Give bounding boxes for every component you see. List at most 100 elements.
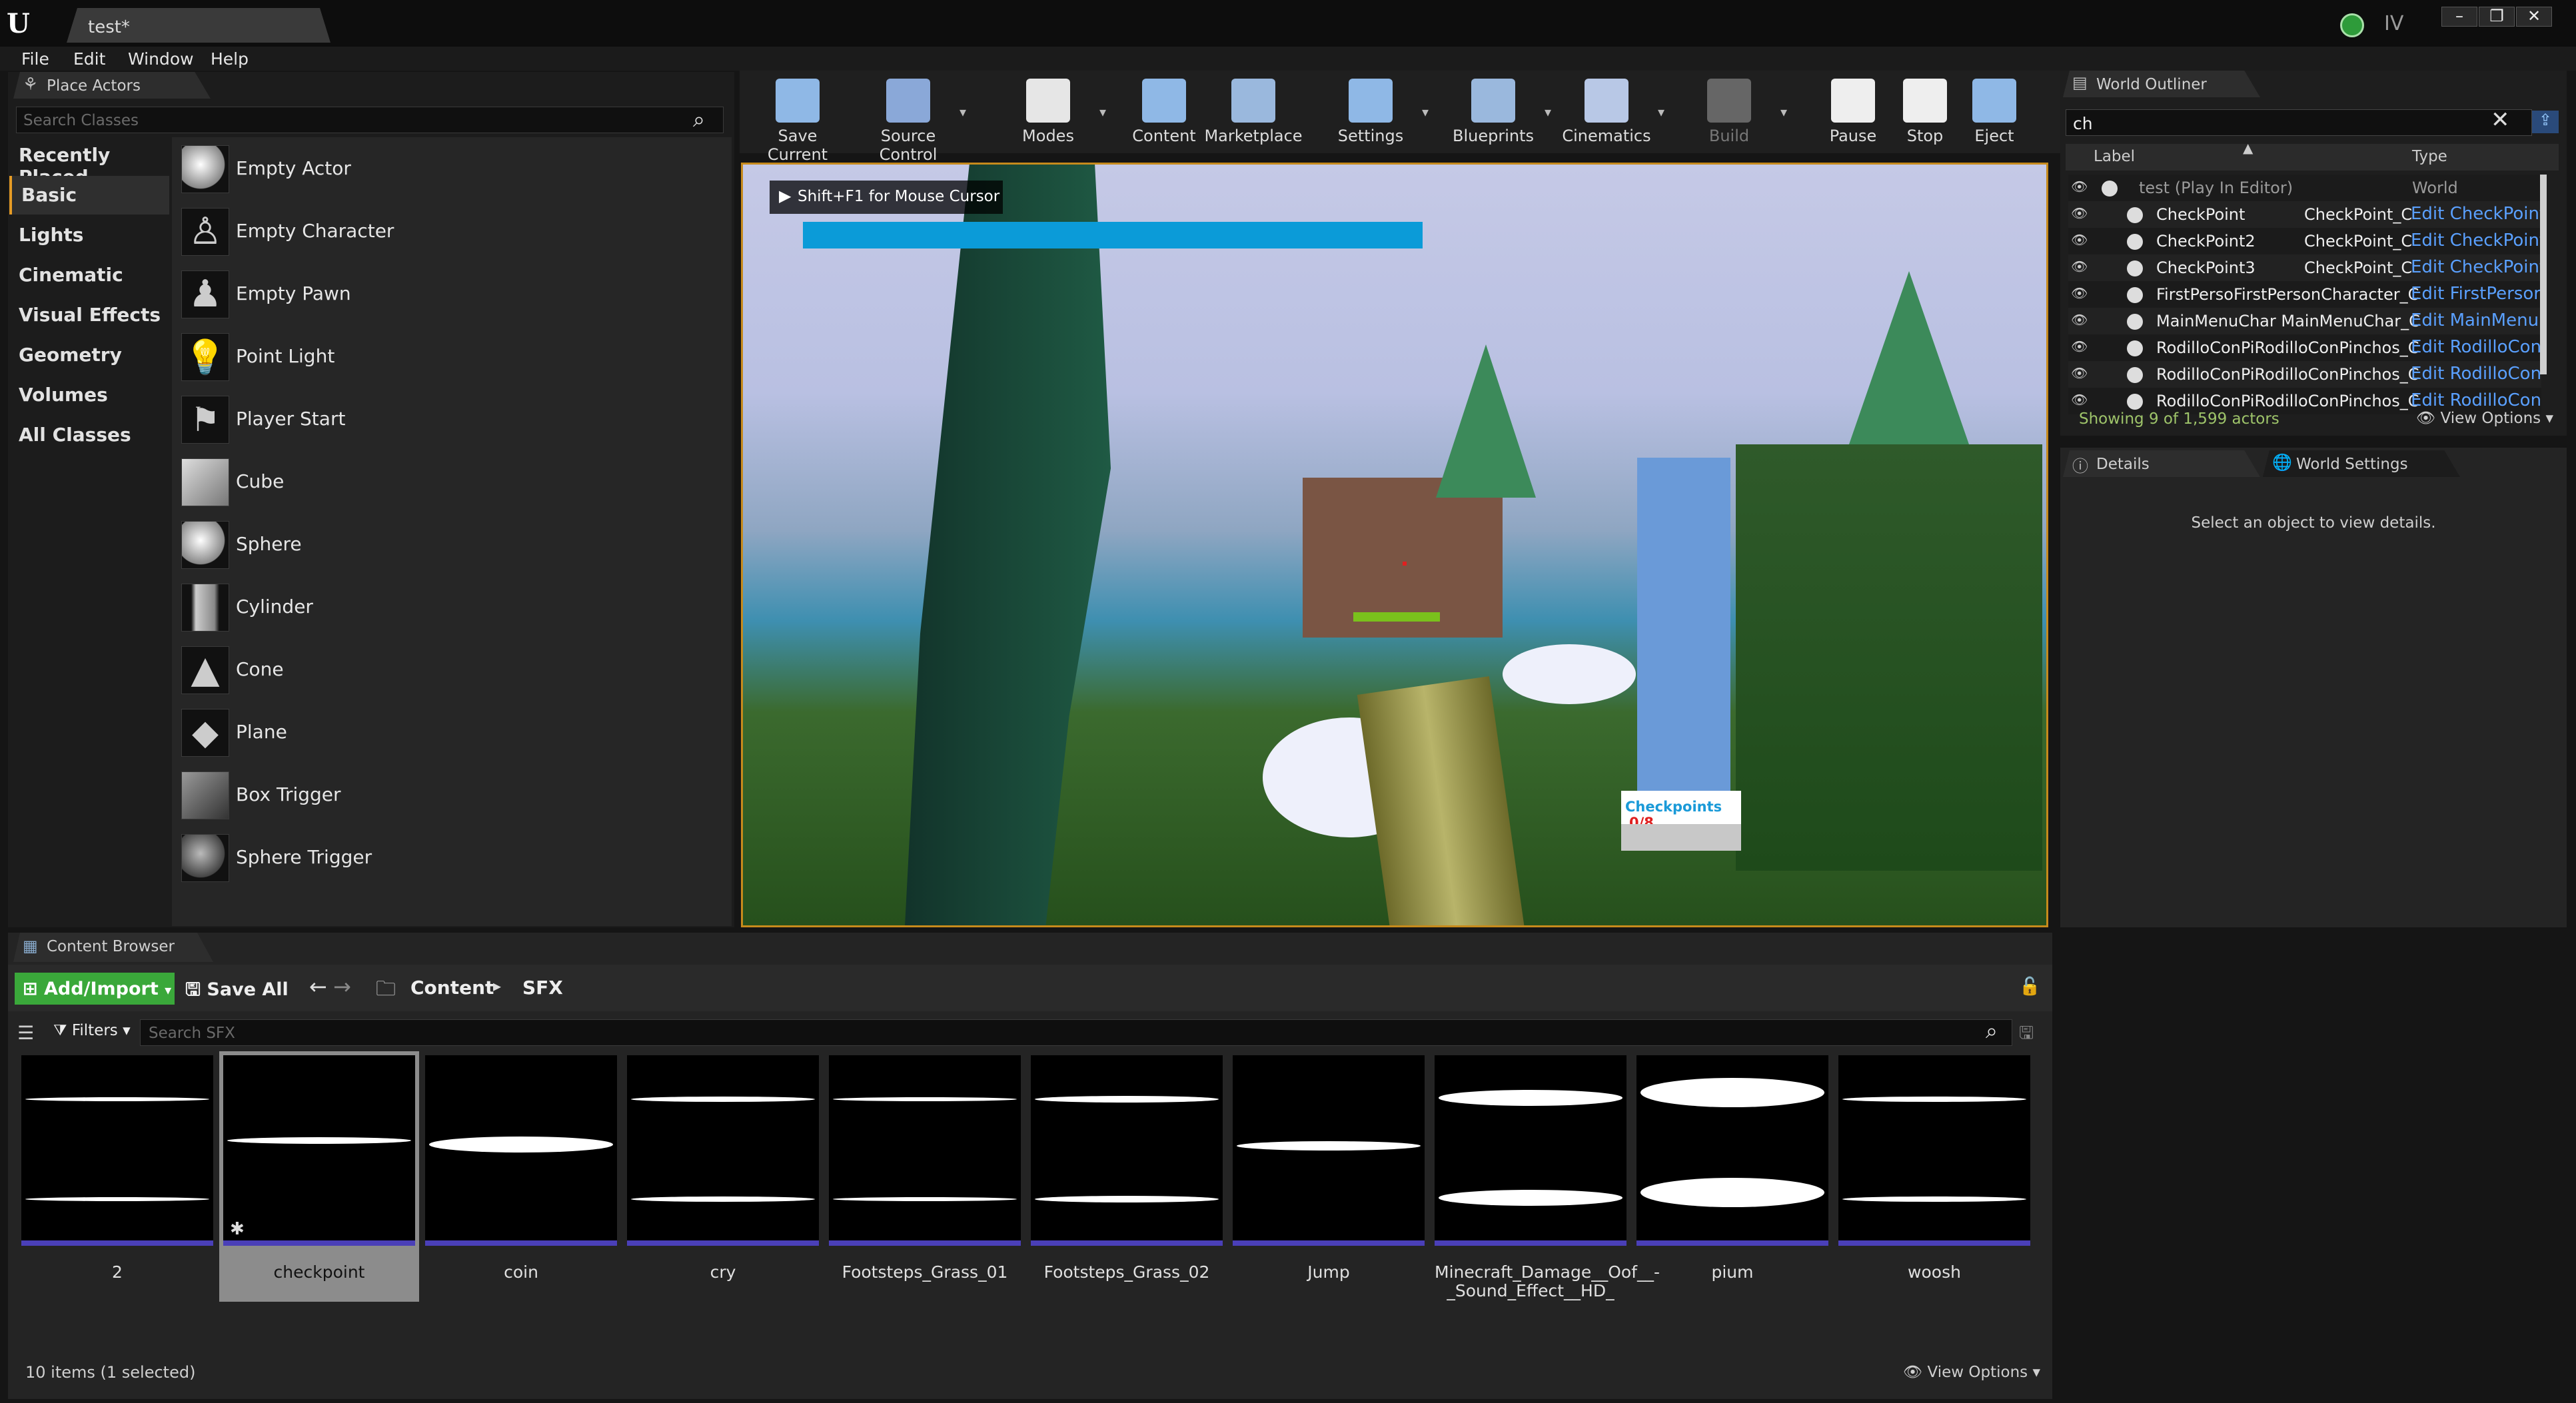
view-options-button[interactable]: 👁 View Options ▾: [2416, 409, 2553, 427]
outliner-actor-row[interactable]: 👁 CheckPoint3 CheckPoint_C Edit CheckPoint: [2068, 254, 2541, 281]
edit-blueprint-link[interactable]: Edit CheckPoint: [2411, 231, 2541, 250]
outliner-actor-row[interactable]: 👁 CheckPoint2 CheckPoint_C Edit CheckPoint: [2068, 228, 2541, 254]
search-classes-input[interactable]: Search Classes: [16, 107, 724, 133]
toolbar-modes-button[interactable]: Modes ▾: [998, 75, 1106, 148]
menu-edit[interactable]: Edit: [73, 47, 105, 71]
column-label[interactable]: Label: [2094, 148, 2135, 165]
outliner-world-row[interactable]: 👁 test (Play In Editor) World: [2068, 175, 2541, 201]
close-button[interactable]: ✕: [2516, 7, 2552, 27]
column-type[interactable]: Type: [2412, 148, 2447, 165]
back-arrow-icon[interactable]: ←: [309, 974, 327, 999]
breadcrumb-sfx[interactable]: SFX: [522, 977, 563, 999]
toolbar-settings-button[interactable]: Settings ▾: [1321, 75, 1429, 148]
actor-sphere-trigger[interactable]: Sphere Trigger: [179, 827, 732, 890]
edit-blueprint-link[interactable]: Edit FirstPersor: [2411, 284, 2541, 304]
category-all-classes[interactable]: All Classes: [9, 416, 169, 454]
toolbar-marketplace-button[interactable]: Marketplace: [1203, 75, 1303, 148]
visibility-eye-icon[interactable]: 👁: [2071, 285, 2088, 301]
breadcrumb-content[interactable]: Content: [410, 977, 494, 999]
toolbar-save-current-button[interactable]: Save Current: [748, 75, 848, 164]
actor-plane[interactable]: ◆ Plane: [179, 702, 732, 765]
search-icon[interactable]: ⌕: [693, 107, 705, 133]
actor-player-start[interactable]: ⚑ Player Start: [179, 389, 732, 452]
visibility-eye-icon[interactable]: 👁: [2071, 179, 2088, 195]
world-outliner-tab[interactable]: ▤ World Outliner: [2063, 71, 2260, 97]
chevron-down-icon[interactable]: ▾: [1780, 104, 1787, 120]
outliner-search-input[interactable]: ch: [2066, 109, 2532, 136]
category-cinematic[interactable]: Cinematic: [9, 256, 169, 294]
actor-empty-pawn[interactable]: ♟ Empty Pawn: [179, 264, 732, 326]
edit-blueprint-link[interactable]: Edit CheckPoint: [2411, 257, 2541, 277]
content-view-options-button[interactable]: 👁 View Options ▾: [1903, 1363, 2040, 1381]
visibility-eye-icon[interactable]: 👁: [2071, 258, 2088, 274]
visibility-eye-icon[interactable]: 👁: [2071, 232, 2088, 248]
visibility-eye-icon[interactable]: 👁: [2071, 205, 2088, 221]
asset-tile[interactable]: Minecraft_Damage__Oof__-_Sound_Effect__H…: [1435, 1055, 1660, 1300]
actor-empty-actor[interactable]: Empty Actor: [179, 139, 732, 201]
document-tab[interactable]: test*: [67, 8, 330, 43]
edit-blueprint-link[interactable]: Edit MainMenu(: [2411, 310, 2541, 330]
outliner-actor-row[interactable]: 👁 RodilloConPiRodilloConPinchos_C Edit Rod…: [2068, 361, 2541, 388]
save-search-icon[interactable]: 🖫: [2019, 1021, 2034, 1050]
online-status-icon[interactable]: [2340, 13, 2364, 37]
asset-tile[interactable]: coin: [425, 1055, 617, 1298]
actor-cone[interactable]: ▲ Cone: [179, 640, 732, 702]
forward-arrow-icon[interactable]: →: [333, 974, 351, 999]
chevron-down-icon[interactable]: ▾: [960, 104, 966, 120]
toolbar-build-button[interactable]: Build ▾: [1679, 75, 1787, 148]
edit-blueprint-link[interactable]: Edit RodilloConI: [2411, 337, 2541, 357]
actor-sphere[interactable]: Sphere: [179, 514, 732, 577]
visibility-eye-icon[interactable]: 👁: [2071, 392, 2088, 408]
category-visual-effects[interactable]: Visual Effects: [9, 296, 169, 334]
chevron-down-icon[interactable]: ▾: [1658, 104, 1664, 120]
content-browser-tab[interactable]: ▦ Content Browser: [13, 933, 213, 962]
actor-cylinder[interactable]: Cylinder: [179, 577, 732, 640]
edit-blueprint-link[interactable]: Edit CheckPoint: [2411, 204, 2541, 224]
unreal-logo-icon[interactable]: U: [7, 8, 41, 40]
edit-blueprint-link[interactable]: Edit RodilloConI: [2411, 390, 2541, 410]
actor-cube[interactable]: Cube: [179, 452, 732, 514]
visibility-eye-icon[interactable]: 👁: [2071, 365, 2088, 381]
actor-point-light[interactable]: 💡 Point Light: [179, 326, 732, 389]
asset-tile[interactable]: checkpoint ✱: [219, 1051, 419, 1302]
category-lights[interactable]: Lights: [9, 216, 169, 254]
category-geometry[interactable]: Geometry: [9, 336, 169, 374]
outliner-actor-row[interactable]: 👁 MainMenuChar MainMenuChar_C Edit MainMen…: [2068, 308, 2541, 334]
outliner-actor-row[interactable]: 👁 RodilloConPiRodilloConPinchos_C Edit Rod…: [2068, 334, 2541, 361]
world-settings-tab[interactable]: 🌐 World Settings: [2263, 450, 2460, 477]
place-actors-tab[interactable]: ⚘ Place Actors: [13, 72, 211, 99]
asset-tile[interactable]: woosh: [1838, 1055, 2030, 1298]
asset-tile[interactable]: 2: [21, 1055, 213, 1298]
asset-tile[interactable]: Footsteps_Grass_01: [829, 1055, 1021, 1298]
chevron-down-icon[interactable]: ▾: [1545, 104, 1551, 120]
filters-button[interactable]: ⧩ Filters ▾: [53, 1022, 131, 1039]
menu-file[interactable]: File: [21, 47, 49, 71]
details-tab[interactable]: ⓘ Details: [2063, 450, 2260, 477]
visibility-eye-icon[interactable]: 👁: [2071, 338, 2088, 354]
visibility-eye-icon[interactable]: 👁: [2071, 312, 2088, 328]
chevron-down-icon[interactable]: ▾: [1422, 104, 1429, 120]
clear-search-icon[interactable]: ✕: [2491, 107, 2510, 133]
toolbar-eject-button[interactable]: Eject: [1944, 75, 2044, 148]
toolbar-content-button[interactable]: Content: [1114, 75, 1214, 148]
toolbar-blueprints-button[interactable]: Blueprints ▾: [1443, 75, 1551, 148]
outliner-scrollbar[interactable]: [2540, 175, 2547, 374]
lock-icon[interactable]: 🔓: [2019, 977, 2040, 997]
minimize-button[interactable]: –: [2441, 7, 2477, 27]
maximize-button[interactable]: ❐: [2479, 7, 2515, 27]
category-recently-placed[interactable]: Recently Placed: [9, 136, 169, 188]
search-icon[interactable]: ⌕: [1986, 1018, 1998, 1044]
asset-tile[interactable]: cry: [627, 1055, 819, 1298]
user-badge[interactable]: IV: [2384, 12, 2403, 35]
toolbar-source-control-button[interactable]: Source Control ▾: [858, 75, 966, 164]
asset-tile[interactable]: Jump: [1233, 1055, 1425, 1298]
toolbar-cinematics-button[interactable]: Cinematics ▾: [1557, 75, 1664, 148]
outliner-actor-row[interactable]: 👁 CheckPoint CheckPoint_C Edit CheckPoint: [2068, 201, 2541, 228]
add-import-button[interactable]: ⊞ Add/Import ▾: [15, 973, 175, 1005]
chevron-down-icon[interactable]: ▾: [1099, 104, 1106, 120]
sources-toggle-icon[interactable]: ☰: [17, 1022, 34, 1044]
category-basic[interactable]: Basic: [9, 176, 169, 215]
game-viewport[interactable]: ▶ Shift+F1 for Mouse Cursor Checkpoints …: [741, 163, 2048, 927]
save-all-button[interactable]: 🖫 Save All: [185, 977, 289, 1007]
add-actor-icon[interactable]: ⇪: [2532, 111, 2559, 133]
